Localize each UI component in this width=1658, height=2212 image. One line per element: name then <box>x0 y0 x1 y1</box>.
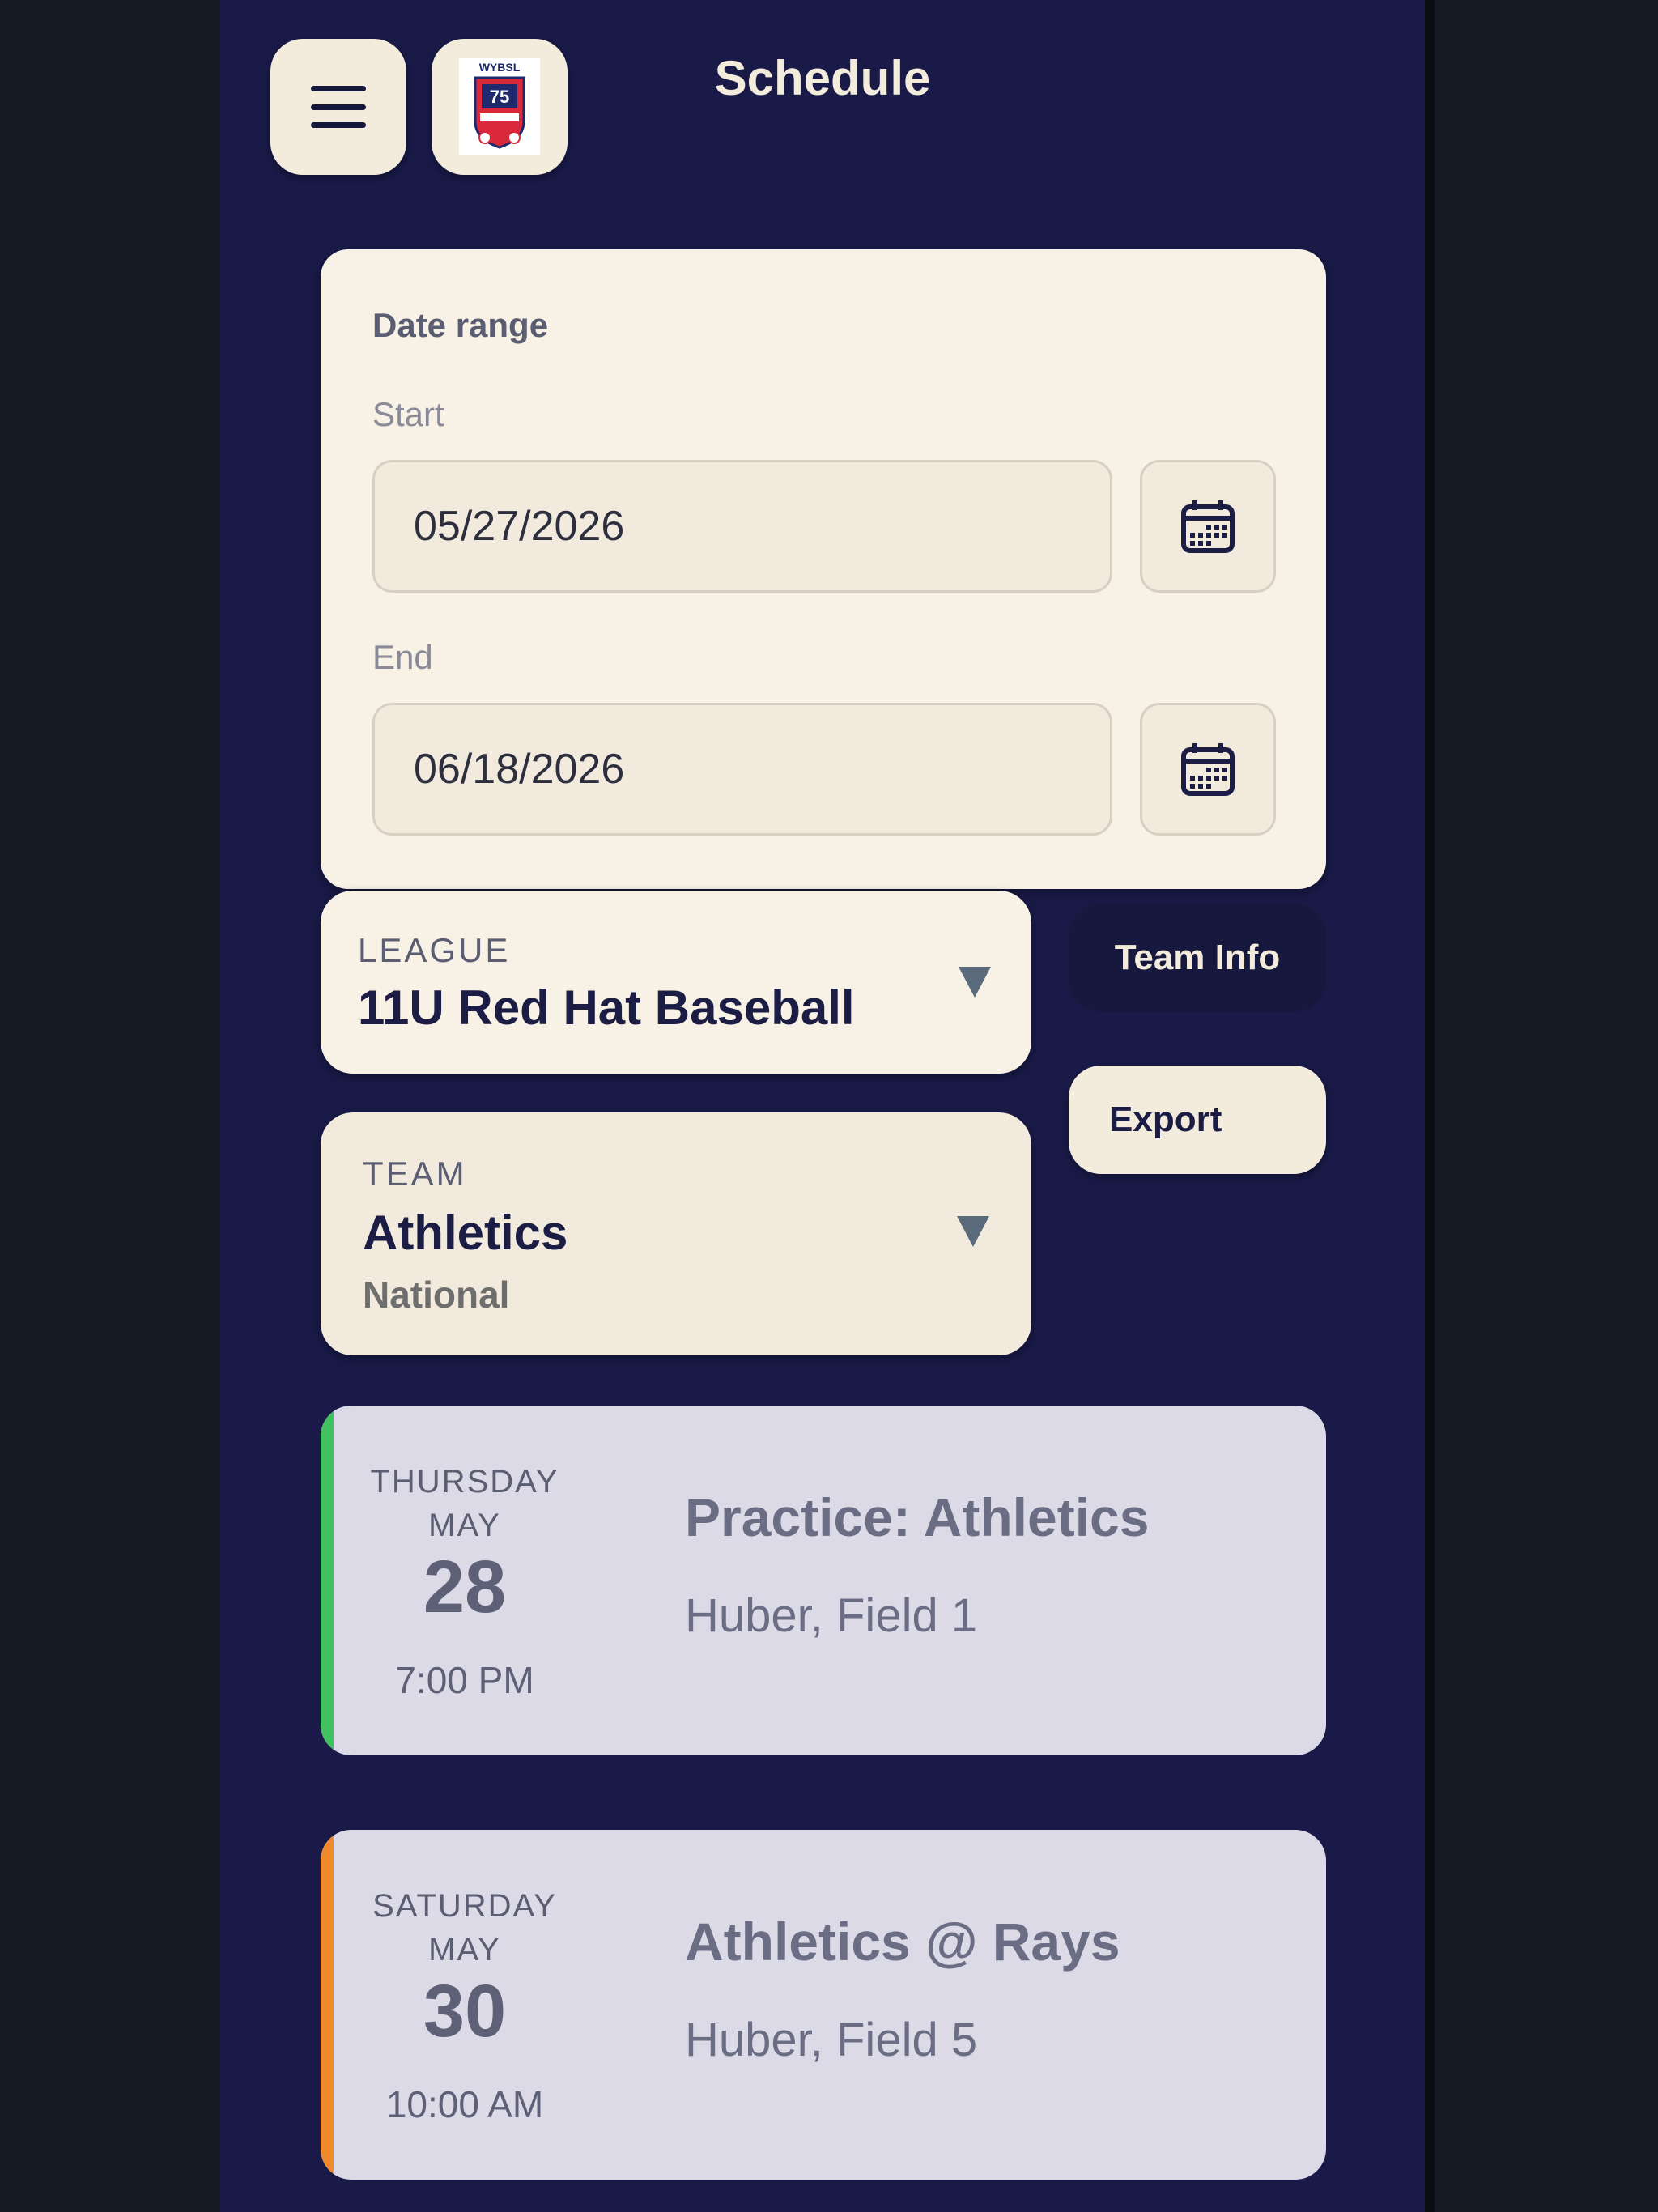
date-range-card: Date range Start 05/27/2026 End 06/18/20… <box>321 249 1326 889</box>
event-month: MAY <box>428 1932 501 1967</box>
league-value: 11U Red Hat Baseball <box>358 981 855 1035</box>
event-card[interactable]: THURSDAY MAY 28 7:00 PM Practice: Athlet… <box>321 1406 1326 1755</box>
event-month: MAY <box>428 1508 501 1543</box>
event-weekday: SATURDAY <box>372 1888 557 1924</box>
start-calendar-button[interactable] <box>1140 460 1276 593</box>
team-select[interactable]: TEAM Athletics National <box>321 1112 1031 1355</box>
app-screen: WYBSL 75 Schedule Date range Start 05/27… <box>220 0 1425 2212</box>
end-date-label: End <box>372 638 433 676</box>
chevron-down-icon <box>959 967 991 998</box>
start-date-input[interactable]: 05/27/2026 <box>372 460 1112 593</box>
team-division: National <box>363 1274 510 1316</box>
chevron-down-icon <box>957 1216 989 1247</box>
event-status-stripe <box>321 1830 334 2180</box>
end-calendar-button[interactable] <box>1140 703 1276 836</box>
league-label: LEAGUE <box>358 931 511 969</box>
date-range-title: Date range <box>372 306 549 344</box>
team-value: Athletics <box>363 1206 568 1260</box>
export-button[interactable]: Export <box>1069 1066 1326 1174</box>
calendar-icon <box>1181 743 1235 796</box>
event-time: 10:00 AM <box>385 2083 544 2125</box>
event-location: Huber, Field 5 <box>685 2014 978 2066</box>
event-title: Practice: Athletics <box>685 1487 1150 1547</box>
event-card[interactable]: SATURDAY MAY 30 10:00 AM Athletics @ Ray… <box>321 1830 1326 2180</box>
team-label: TEAM <box>363 1155 467 1193</box>
event-location: Huber, Field 1 <box>685 1589 978 1642</box>
event-time: 7:00 PM <box>395 1659 534 1701</box>
end-date-input[interactable]: 06/18/2026 <box>372 703 1112 836</box>
league-select[interactable]: LEAGUE 11U Red Hat Baseball <box>321 891 1031 1074</box>
device-edge <box>1425 0 1435 2212</box>
team-info-button[interactable]: Team Info <box>1069 904 1326 1012</box>
calendar-icon <box>1181 500 1235 553</box>
event-day: 30 <box>423 1970 507 2052</box>
start-date-label: Start <box>372 395 444 433</box>
page-title: Schedule <box>714 51 931 105</box>
event-weekday: THURSDAY <box>370 1464 559 1499</box>
event-status-stripe <box>321 1406 334 1755</box>
event-title: Athletics @ Rays <box>685 1912 1120 1972</box>
event-day: 28 <box>423 1546 507 1628</box>
